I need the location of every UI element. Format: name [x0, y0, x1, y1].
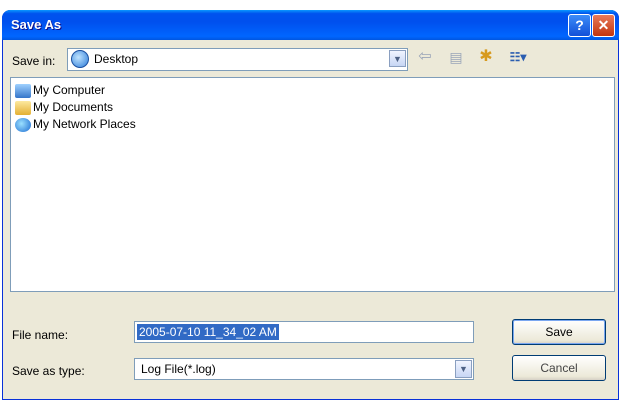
save-in-value: Desktop — [94, 52, 139, 66]
title-bar[interactable]: Save As ? ✕ — [2, 10, 619, 40]
my-computer-icon — [15, 83, 31, 98]
file-name-value: 2005-07-10 11_34_02 AM — [137, 324, 279, 340]
save-as-dialog: Save As ? ✕ Save in: Desktop ▼ ⇦ ▤ ✱ ☷▾ … — [2, 10, 619, 400]
save-in-dropdown[interactable]: Desktop ▼ — [67, 48, 408, 71]
close-button[interactable]: ✕ — [592, 14, 615, 37]
file-name-label: File name: — [12, 328, 69, 342]
save-as-type-label: Save as type: — [12, 364, 85, 378]
list-item-label: My Network Places — [33, 117, 136, 131]
file-list[interactable]: My Computer My Documents My Network Plac… — [10, 77, 615, 292]
back-icon[interactable]: ⇦ — [416, 46, 434, 68]
save-as-type-value: Log File(*.log) — [141, 362, 216, 376]
my-network-places-icon — [15, 117, 31, 132]
save-as-type-dropdown[interactable]: Log File(*.log) ▼ — [134, 358, 474, 380]
save-in-label: Save in: — [12, 54, 56, 68]
desktop-folder-icon — [71, 50, 89, 68]
list-item-label: My Computer — [33, 83, 106, 97]
list-item-my-network-places[interactable]: My Network Places — [15, 116, 136, 133]
list-item-my-computer[interactable]: My Computer — [15, 82, 105, 99]
window-title: Save As — [11, 17, 62, 32]
up-folder-icon[interactable]: ▤ — [447, 46, 465, 68]
views-menu-icon[interactable]: ☷▾ — [504, 46, 532, 68]
cancel-button[interactable]: Cancel — [512, 355, 606, 381]
list-item-label: My Documents — [33, 100, 114, 114]
my-documents-icon — [15, 100, 31, 115]
chevron-down-icon[interactable]: ▼ — [455, 360, 472, 378]
help-button[interactable]: ? — [568, 14, 591, 37]
chevron-down-icon[interactable]: ▼ — [389, 50, 406, 67]
file-name-input[interactable]: 2005-07-10 11_34_02 AM — [134, 321, 474, 343]
new-folder-icon[interactable]: ✱ — [476, 46, 496, 68]
save-button[interactable]: Save — [512, 319, 606, 345]
list-item-my-documents[interactable]: My Documents — [15, 99, 113, 116]
